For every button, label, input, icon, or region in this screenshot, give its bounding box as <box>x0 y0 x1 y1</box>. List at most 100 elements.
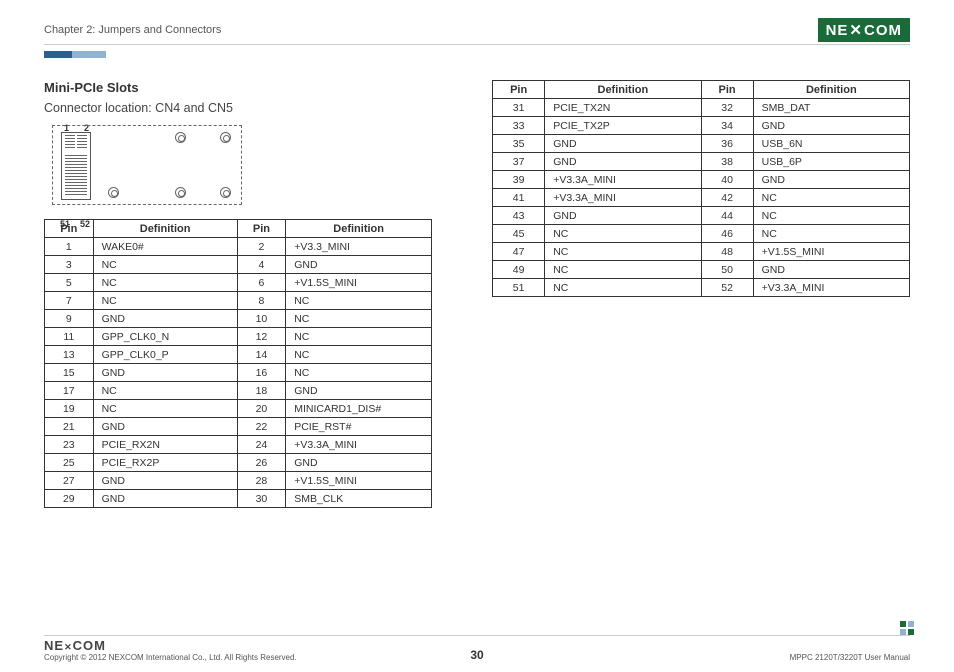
pin-cell: 2 <box>237 238 286 256</box>
def-cell: MINICARD1_DIS# <box>286 400 432 418</box>
table-row: 31PCIE_TX2N32SMB_DAT <box>493 99 910 117</box>
def-cell: NC <box>93 292 237 310</box>
pin-cell: 51 <box>493 279 545 297</box>
pin-cell: 38 <box>701 153 753 171</box>
pin-cell: 8 <box>237 292 286 310</box>
table-row: 29GND30SMB_CLK <box>45 490 432 508</box>
pin-label-52: 52 <box>80 219 90 229</box>
pin-cell: 35 <box>493 135 545 153</box>
def-cell: GND <box>753 171 909 189</box>
def-cell: NC <box>93 382 237 400</box>
pin-cell: 19 <box>45 400 94 418</box>
section-title: Mini-PCIe Slots <box>44 80 432 95</box>
pinout-table-left: Pin Definition Pin Definition 1WAKE0#2+V… <box>44 219 432 508</box>
def-cell: NC <box>93 274 237 292</box>
pin-cell: 49 <box>493 261 545 279</box>
pin-cell: 50 <box>701 261 753 279</box>
pin-cell: 47 <box>493 243 545 261</box>
table-row: 13GPP_CLK0_P14NC <box>45 346 432 364</box>
table-row: 37GND38USB_6P <box>493 153 910 171</box>
def-cell: GND <box>93 310 237 328</box>
def-cell: GND <box>286 454 432 472</box>
table-row: 33PCIE_TX2P34GND <box>493 117 910 135</box>
def-cell: NC <box>93 256 237 274</box>
pin-cell: 44 <box>701 207 753 225</box>
pin-cell: 45 <box>493 225 545 243</box>
th-def: Definition <box>286 220 432 238</box>
def-cell: GPP_CLK0_N <box>93 328 237 346</box>
chapter-title: Chapter 2: Jumpers and Connectors <box>44 24 221 36</box>
page-number: 30 <box>470 648 483 662</box>
pin-cell: 28 <box>237 472 286 490</box>
def-cell: PCIE_TX2P <box>545 117 701 135</box>
pin-cell: 14 <box>237 346 286 364</box>
table-row: 35GND36USB_6N <box>493 135 910 153</box>
table-row: 17NC18GND <box>45 382 432 400</box>
def-cell: GND <box>93 490 237 508</box>
table-row: 5NC6+V1.5S_MINI <box>45 274 432 292</box>
table-row: 39+V3.3A_MINI40GND <box>493 171 910 189</box>
pin-cell: 46 <box>701 225 753 243</box>
table-row: 7NC8NC <box>45 292 432 310</box>
table-row: 15GND16NC <box>45 364 432 382</box>
def-cell: WAKE0# <box>93 238 237 256</box>
footer-logo: NE✕COM <box>44 638 297 653</box>
def-cell: GND <box>93 364 237 382</box>
def-cell: GND <box>545 207 701 225</box>
pin-cell: 31 <box>493 99 545 117</box>
def-cell: NC <box>545 279 701 297</box>
pin-cell: 32 <box>701 99 753 117</box>
pin-cell: 21 <box>45 418 94 436</box>
def-cell: GND <box>545 135 701 153</box>
pin-cell: 30 <box>237 490 286 508</box>
th-pin: Pin <box>493 81 545 99</box>
table-row: 49NC50GND <box>493 261 910 279</box>
table-row: 11GPP_CLK0_N12NC <box>45 328 432 346</box>
def-cell: PCIE_RST# <box>286 418 432 436</box>
def-cell: +V1.5S_MINI <box>753 243 909 261</box>
nexcom-logo: NE✕COM <box>818 18 910 42</box>
th-def: Definition <box>545 81 701 99</box>
th-pin: Pin <box>701 81 753 99</box>
pin-cell: 34 <box>701 117 753 135</box>
def-cell: NC <box>545 225 701 243</box>
def-cell: +V3.3A_MINI <box>545 189 701 207</box>
def-cell: NC <box>753 207 909 225</box>
table-row: 45NC46NC <box>493 225 910 243</box>
pin-cell: 6 <box>237 274 286 292</box>
pin-cell: 52 <box>701 279 753 297</box>
def-cell: NC <box>286 328 432 346</box>
pin-cell: 41 <box>493 189 545 207</box>
pin-cell: 29 <box>45 490 94 508</box>
def-cell: GPP_CLK0_P <box>93 346 237 364</box>
pin-cell: 22 <box>237 418 286 436</box>
def-cell: NC <box>753 225 909 243</box>
pin-cell: 33 <box>493 117 545 135</box>
def-cell: +V1.5S_MINI <box>286 472 432 490</box>
pin-cell: 27 <box>45 472 94 490</box>
pin-cell: 40 <box>701 171 753 189</box>
def-cell: NC <box>286 364 432 382</box>
table-row: 43GND44NC <box>493 207 910 225</box>
def-cell: SMB_CLK <box>286 490 432 508</box>
pin-cell: 9 <box>45 310 94 328</box>
pin-cell: 12 <box>237 328 286 346</box>
pin-cell: 43 <box>493 207 545 225</box>
pin-cell: 36 <box>701 135 753 153</box>
def-cell: PCIE_RX2N <box>93 436 237 454</box>
pin-cell: 5 <box>45 274 94 292</box>
def-cell: USB_6P <box>753 153 909 171</box>
header-colorbar <box>44 51 910 58</box>
def-cell: GND <box>286 382 432 400</box>
th-def: Definition <box>93 220 237 238</box>
def-cell: GND <box>545 153 701 171</box>
table-row: 51NC52+V3.3A_MINI <box>493 279 910 297</box>
pinout-table-right: Pin Definition Pin Definition 31PCIE_TX2… <box>492 80 910 297</box>
table-row: 21GND22PCIE_RST# <box>45 418 432 436</box>
pin-cell: 1 <box>45 238 94 256</box>
pin-cell: 39 <box>493 171 545 189</box>
pin-cell: 20 <box>237 400 286 418</box>
page-header: Chapter 2: Jumpers and Connectors NE✕COM <box>44 18 910 45</box>
table-row: 9GND10NC <box>45 310 432 328</box>
pin-cell: 24 <box>237 436 286 454</box>
